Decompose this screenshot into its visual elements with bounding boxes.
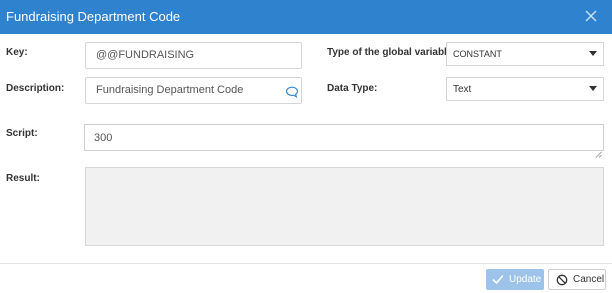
cancel-button[interactable]: Cancel xyxy=(548,269,606,290)
description-field[interactable]: Fundraising Department Code xyxy=(85,77,302,104)
variable-type-select[interactable]: CONSTANT xyxy=(446,42,604,66)
update-button[interactable]: Update xyxy=(486,269,544,290)
script-label: Script: xyxy=(6,128,38,139)
chevron-down-icon xyxy=(589,51,597,56)
variable-type-label: Type of the global variable: xyxy=(327,47,456,58)
footer-divider xyxy=(0,263,612,264)
chevron-down-icon xyxy=(589,86,597,91)
script-textarea[interactable]: 300 xyxy=(84,124,604,158)
cancel-circle-icon xyxy=(556,274,568,289)
result-label: Result: xyxy=(6,173,40,184)
key-field[interactable]: @@FUNDRAISING xyxy=(85,42,302,69)
comment-icon[interactable] xyxy=(285,84,299,98)
resize-grip-icon[interactable] xyxy=(595,142,602,158)
script-value: 300 xyxy=(94,132,113,144)
data-type-value: Text xyxy=(453,84,472,95)
description-label: Description: xyxy=(6,83,65,94)
global-variable-dialog: Fundraising Department Code Key: @@FUNDR… xyxy=(0,0,612,293)
description-value: Fundraising Department Code xyxy=(96,84,244,96)
data-type-select[interactable]: Text xyxy=(446,77,604,101)
data-type-label: Data Type: xyxy=(327,83,378,94)
close-icon[interactable] xyxy=(584,8,598,24)
cancel-button-label: Cancel xyxy=(573,274,605,285)
dialog-title: Fundraising Department Code xyxy=(6,9,181,24)
dialog-titlebar: Fundraising Department Code xyxy=(0,0,612,34)
update-button-label: Update xyxy=(509,274,542,285)
variable-type-value: CONSTANT xyxy=(453,49,502,59)
check-icon xyxy=(492,274,504,288)
key-label: Key: xyxy=(6,47,28,58)
result-box xyxy=(85,167,604,246)
key-value: @@FUNDRAISING xyxy=(96,49,195,61)
